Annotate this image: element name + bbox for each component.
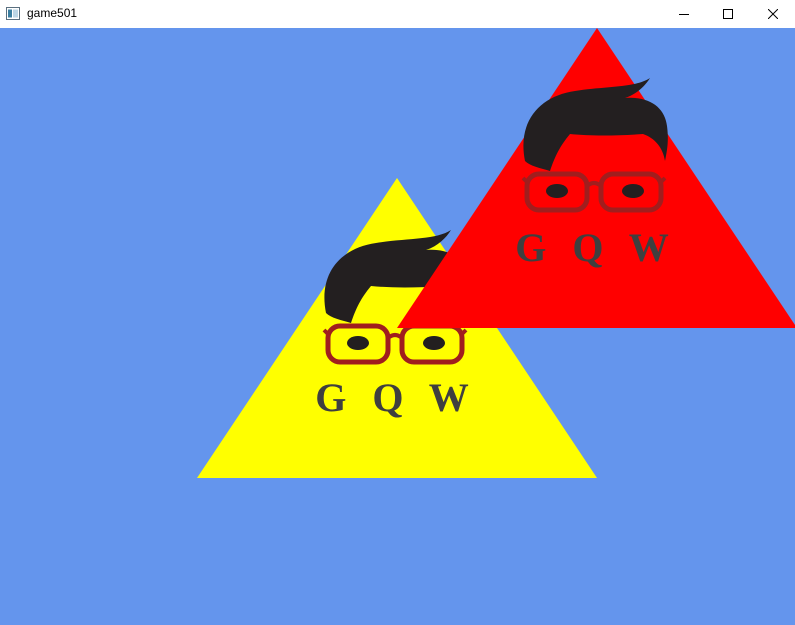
game-viewport[interactable]: G Q W G Q W — [0, 28, 795, 625]
minimize-icon — [679, 9, 689, 19]
title-bar[interactable]: game501 — [0, 0, 795, 28]
maximize-button[interactable] — [705, 0, 751, 28]
game-scene: G Q W G Q W — [197, 28, 795, 478]
red-triangle: G Q W — [397, 28, 795, 328]
window-title: game501 — [27, 6, 78, 20]
minimize-button[interactable] — [661, 0, 707, 28]
app-window-icon — [6, 7, 20, 20]
close-button[interactable] — [750, 0, 795, 28]
game-window: game501 G Q W G Q W — [0, 0, 795, 625]
close-icon — [768, 9, 778, 19]
yellow-logo-text: G Q W — [315, 375, 477, 420]
maximize-icon — [723, 9, 733, 19]
red-logo-text: G Q W — [515, 225, 677, 270]
red-triangle-shape — [397, 28, 795, 328]
